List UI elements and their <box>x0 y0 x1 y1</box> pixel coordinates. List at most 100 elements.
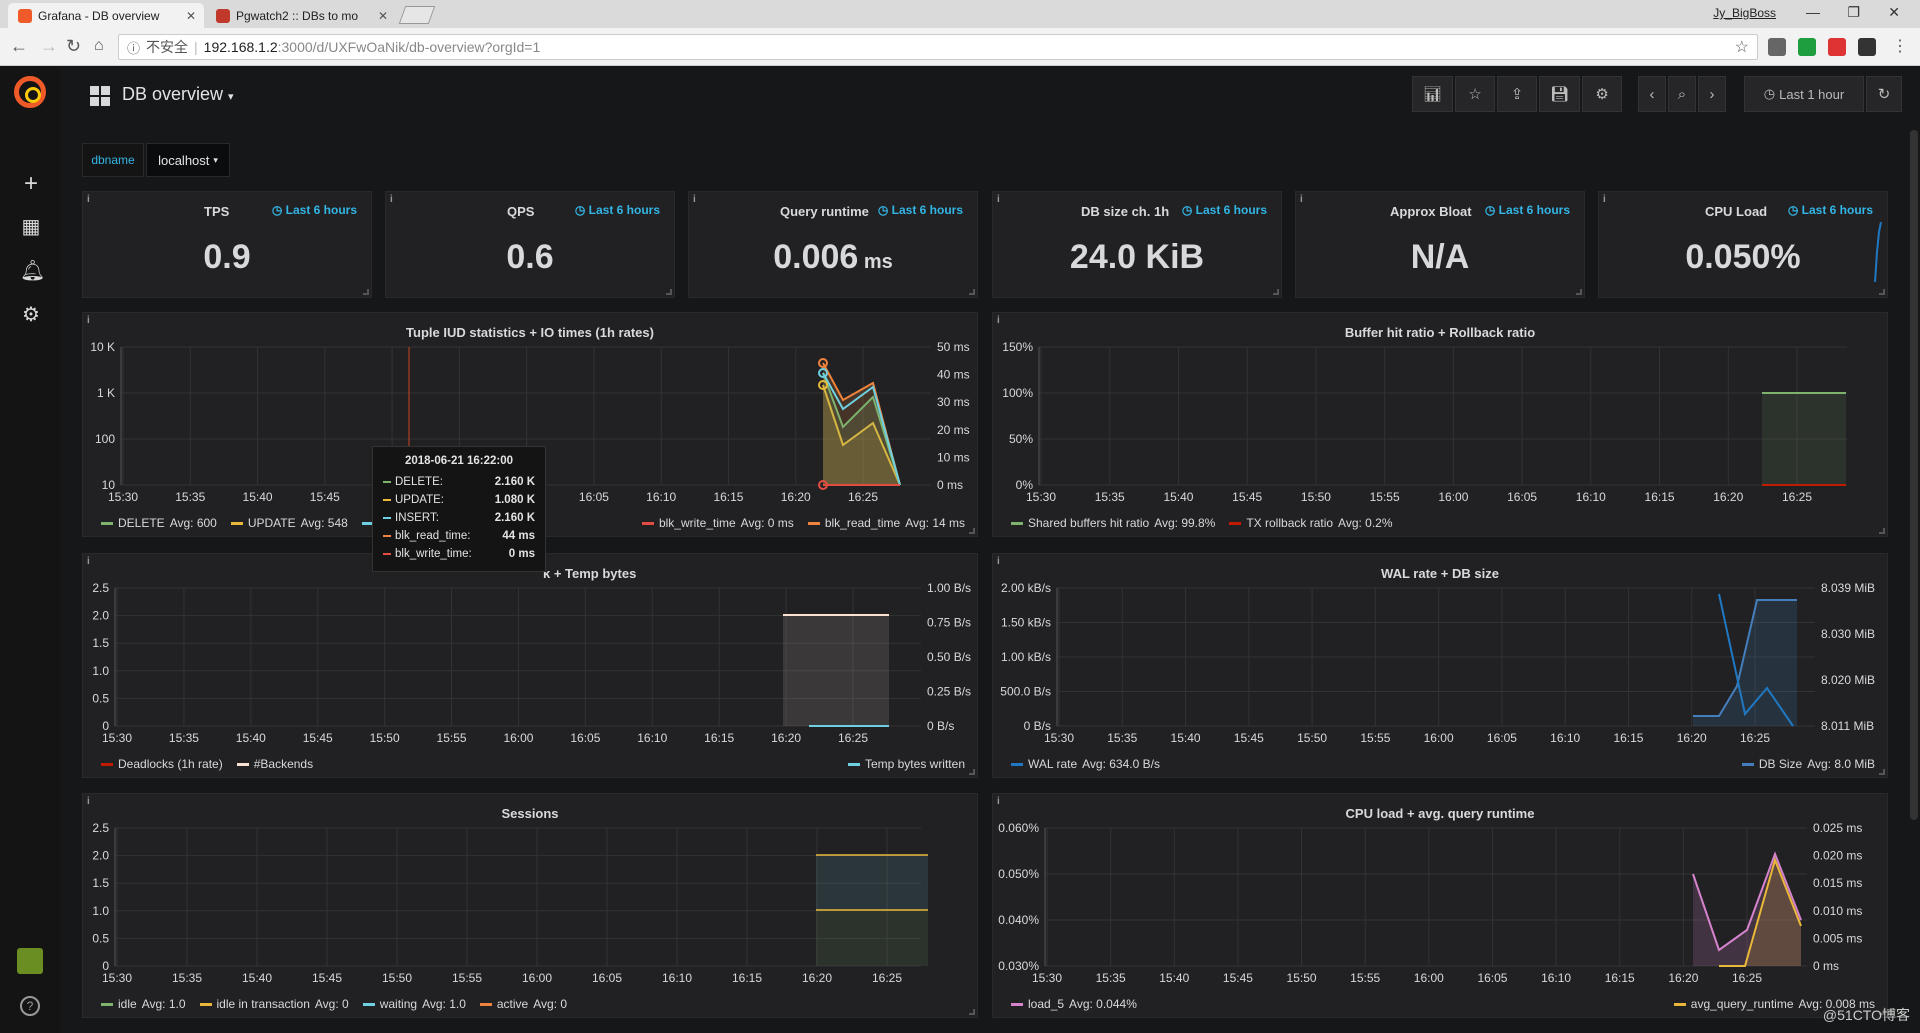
save-dashboard-button[interactable]: 💾︎ <box>1539 76 1581 112</box>
share-dashboard-button[interactable]: ⇪ <box>1497 76 1538 112</box>
resize-handle[interactable] <box>969 289 975 295</box>
configuration-gear-icon[interactable]: ⚙ <box>20 302 42 327</box>
legend-item[interactable]: active Avg: 0 <box>479 997 567 1011</box>
resize-handle[interactable] <box>363 289 369 295</box>
page-scrollbar[interactable] <box>1910 130 1918 820</box>
time-picker: ◷ Last 1 hour ↻ <box>1744 76 1902 112</box>
legend-item[interactable]: waiting Avg: 1.0 <box>362 997 466 1011</box>
panel-info-icon[interactable]: i <box>1603 194 1606 205</box>
close-tab-icon[interactable]: ✕ <box>378 9 388 23</box>
url-path: :3000/d/UXFwOaNik/db-overview?orgId=1 <box>277 39 541 55</box>
panel-info-icon[interactable]: i <box>87 556 90 567</box>
legend-item[interactable]: Deadlocks (1h rate) <box>101 757 223 771</box>
stat-title[interactable]: CPU Load <box>1705 204 1767 219</box>
series-swatch <box>383 535 391 537</box>
browser-menu-icon[interactable]: ⋮ <box>1892 36 1908 56</box>
deadlocks-graph[interactable]: 2.52.01.51.00.501.00 B/s0.75 B/s0.50 B/s… <box>83 578 979 758</box>
legend-item[interactable]: WAL rate Avg: 634.0 B/s <box>1011 757 1160 771</box>
buffer-graph[interactable]: 150%100%50%0%15:30 15:35 15:40 15:45 15:50 15… <box>993 337 1889 517</box>
tab-pgwatch[interactable]: Pgwatch2 :: DBs to mo ✕ <box>206 3 396 28</box>
close-window-icon[interactable]: ✕ <box>1888 4 1900 21</box>
legend-item[interactable]: Shared buffers hit ratio Avg: 99.8% <box>1011 516 1215 530</box>
refresh-button[interactable]: ↻ <box>1866 76 1902 112</box>
resize-handle[interactable] <box>969 528 975 534</box>
wal-graph[interactable]: 2.00 kB/s1.50 kB/s1.00 kB/s500.0 B/s0 B/… <box>993 578 1889 758</box>
new-tab-button[interactable] <box>398 6 436 24</box>
minimize-icon[interactable]: — <box>1806 4 1820 20</box>
bookmark-star-icon[interactable]: ☆ <box>1735 37 1749 57</box>
y-axis-right-label: 0 B/s <box>927 719 954 733</box>
stat-number: 0.9 <box>203 238 251 276</box>
extension-icon[interactable] <box>1768 38 1786 56</box>
stat-title[interactable]: Query runtime <box>780 204 869 219</box>
help-icon[interactable]: ? <box>20 996 40 1016</box>
home-icon[interactable]: ⌂ <box>94 37 104 55</box>
info-icon[interactable]: ⓘ <box>127 38 140 57</box>
time-back-button[interactable]: ‹ <box>1638 76 1666 112</box>
resize-handle[interactable] <box>1576 289 1582 295</box>
cpu-graph[interactable]: 0.060%0.050%0.040%0.030%0.025 ms0.020 ms… <box>993 818 1889 998</box>
x-axis-label: 15:50 <box>370 731 400 745</box>
panel-info-icon[interactable]: i <box>390 194 393 205</box>
legend-item[interactable]: blk_write_time Avg: 0 ms <box>641 516 794 530</box>
y-axis-right-label: 0.020 ms <box>1813 849 1862 863</box>
legend-item[interactable]: #Backends <box>236 757 313 771</box>
stat-title[interactable]: TPS <box>204 204 229 219</box>
resize-handle[interactable] <box>1273 289 1279 295</box>
panel-info-icon[interactable]: i <box>1300 194 1303 205</box>
sessions-graph[interactable]: 2.52.01.51.00.5015:30 15:35 15:40 15:45 15:5… <box>83 818 979 998</box>
legend-item[interactable]: DB Size Avg: 8.0 MiB <box>1741 757 1875 771</box>
adblock-icon[interactable] <box>1798 38 1816 56</box>
grafana-logo-icon[interactable] <box>14 76 46 108</box>
legend-item[interactable]: Temp bytes written <box>847 757 965 771</box>
close-tab-icon[interactable]: ✕ <box>186 9 196 23</box>
panel-info-icon[interactable]: i <box>997 194 1000 205</box>
variable-dbname-select[interactable]: localhost ▾ <box>146 143 230 177</box>
legend-item[interactable]: load_5 Avg: 0.044% <box>1011 997 1137 1011</box>
legend-swatch <box>1741 762 1754 766</box>
extension-dark-icon[interactable] <box>1858 38 1876 56</box>
stat-panel-query-runtime: i Query runtime ◷ Last 6 hours 0.006 ms <box>688 191 978 298</box>
stat-title[interactable]: DB size ch. 1h <box>1081 204 1169 219</box>
add-panel-button[interactable]: 📊︎ <box>1412 76 1454 112</box>
time-forward-button[interactable]: › <box>1698 76 1726 112</box>
legend-item[interactable]: TX rollback ratio Avg: 0.2% <box>1229 516 1393 530</box>
y-axis-label: 1.50 kB/s <box>1001 616 1051 630</box>
legend-item[interactable]: blk_read_time Avg: 14 ms <box>807 516 965 530</box>
resize-handle[interactable] <box>666 289 672 295</box>
y-axis-label: 500.0 B/s <box>1000 685 1051 699</box>
tab-grafana[interactable]: Grafana - DB overview ✕ <box>8 3 204 28</box>
tooltip-value: 0 ms <box>508 548 535 560</box>
dashboard-title[interactable]: DB overview ▾ <box>122 84 234 105</box>
create-plus-icon[interactable]: + <box>20 170 42 198</box>
resize-handle[interactable] <box>1879 289 1885 295</box>
back-icon[interactable]: ← <box>10 36 28 57</box>
legend-item[interactable]: DELETE Avg: 600 <box>101 516 217 530</box>
resize-handle[interactable] <box>1879 528 1885 534</box>
time-range-button[interactable]: ◷ Last 1 hour <box>1744 76 1864 112</box>
reload-icon[interactable]: ↻ <box>66 36 81 57</box>
settings-button[interactable]: ⚙ <box>1582 76 1623 112</box>
star-dashboard-button[interactable]: ☆ <box>1455 76 1496 112</box>
avatar[interactable] <box>17 948 43 974</box>
panel-info-icon[interactable]: i <box>87 194 90 205</box>
alert-bell-icon[interactable]: 🔔︎ <box>20 258 45 283</box>
legend-item[interactable]: UPDATE Avg: 548 <box>230 516 348 530</box>
maximize-icon[interactable]: ❐ <box>1847 4 1860 21</box>
resize-handle[interactable] <box>969 769 975 775</box>
forward-icon[interactable]: → <box>40 36 58 57</box>
resize-handle[interactable] <box>1879 769 1885 775</box>
resize-handle[interactable] <box>969 1009 975 1015</box>
legend-item[interactable]: idle in transaction Avg: 0 <box>199 997 349 1011</box>
extension-red-icon[interactable] <box>1828 38 1846 56</box>
zoom-out-button[interactable]: ⌕ <box>1668 76 1696 112</box>
y-axis-label: 1.00 kB/s <box>1001 650 1051 664</box>
panel-info-icon[interactable]: i <box>693 194 696 205</box>
stat-title[interactable]: Approx Bloat <box>1390 204 1472 219</box>
stat-number: 24.0 KiB <box>1069 238 1205 276</box>
stat-title[interactable]: QPS <box>507 204 534 219</box>
legend-item[interactable]: idle Avg: 1.0 <box>101 997 186 1011</box>
url-input[interactable]: ⓘ 不安全 | 192.168.1.2:3000/d/UXFwOaNik/db-… <box>118 34 1758 60</box>
browser-user[interactable]: Jy_BigBoss <box>1713 6 1776 20</box>
dashboards-icon[interactable]: ▦ <box>20 214 42 239</box>
